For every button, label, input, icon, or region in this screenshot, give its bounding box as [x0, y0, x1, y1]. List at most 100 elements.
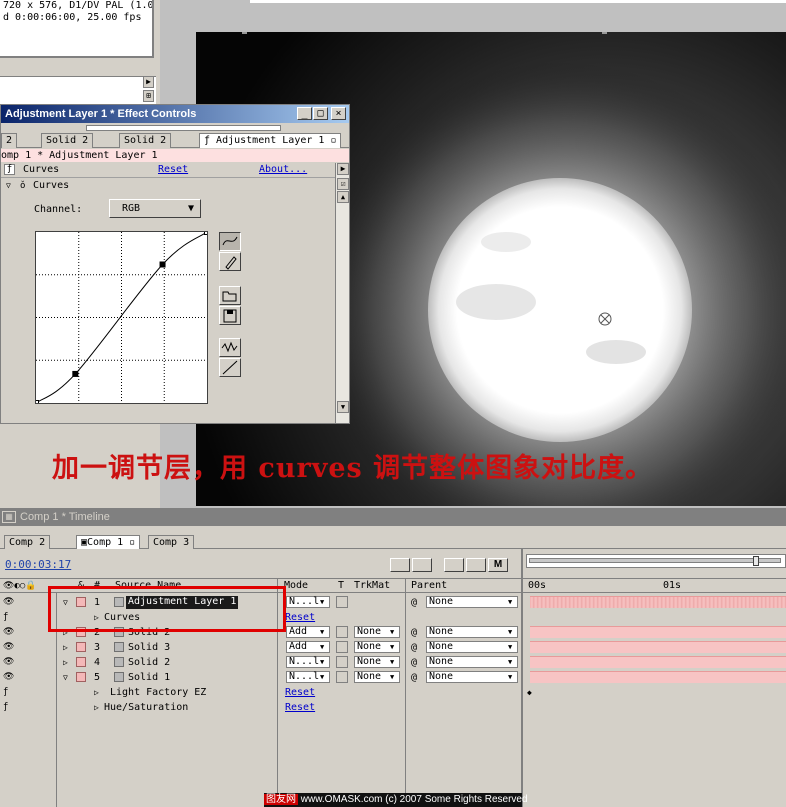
expand-triangle-icon[interactable]: ▷	[63, 655, 68, 670]
fx-icon[interactable]: ƒ	[3, 687, 14, 697]
trkmat-select[interactable]: None ▼	[354, 626, 400, 638]
parent-select[interactable]: None ▼	[426, 596, 518, 608]
parent-select[interactable]: None ▼	[426, 626, 518, 638]
mode-select[interactable]: N...l ▼	[286, 671, 330, 683]
effect-row[interactable]: ƒ ▷ Hue/Saturation Reset	[0, 700, 786, 715]
tab-comp-2[interactable]: Comp 2	[4, 535, 51, 549]
open-button[interactable]	[219, 286, 241, 305]
effect-row[interactable]: ƒ ▷ Light Factory EZ Reset ◆	[0, 685, 786, 700]
layer-handle[interactable]	[242, 32, 247, 34]
layer-name[interactable]: Solid 3	[128, 640, 170, 655]
scroll-right-icon[interactable]: ▶	[143, 76, 154, 88]
eye-icon[interactable]: 👁	[3, 657, 14, 667]
tab-comp-3[interactable]: Comp 3	[148, 535, 195, 549]
eye-icon[interactable]: 👁	[3, 597, 14, 607]
tab-adjustment-layer[interactable]: ƒ Adjustment Layer 1 ▫	[199, 133, 342, 148]
pickwhip-icon[interactable]: @	[411, 655, 417, 670]
minimize-button[interactable]: _	[297, 107, 312, 120]
label-color[interactable]	[76, 672, 86, 682]
label-color[interactable]	[76, 642, 86, 652]
parent-select[interactable]: None ▼	[426, 656, 518, 668]
channel-select[interactable]: RGB ▼	[109, 199, 201, 218]
curve-point[interactable]	[33, 400, 39, 406]
stopwatch-icon[interactable]: ǒ	[20, 179, 25, 193]
layer-row[interactable]: 👁 ▷ 4 Solid 2 N...l ▼ None ▼ @ None ▼	[0, 655, 786, 670]
eye-icon[interactable]: 👁	[3, 627, 14, 637]
tab-close-icon[interactable]: ▫	[123, 537, 135, 548]
tab-solid-2[interactable]: Solid 2	[41, 133, 94, 148]
layer-name[interactable]: Solid 1	[128, 670, 170, 685]
curve-tool-button[interactable]	[219, 232, 241, 251]
comp-flowchart-button[interactable]	[390, 558, 410, 572]
checkbox-icon[interactable]: ☑	[337, 178, 349, 190]
layer-row[interactable]: 👁 ▽ 5 Solid 1 N...l ▼ None ▼ @ None ▼	[0, 670, 786, 685]
pickwhip-icon[interactable]: @	[411, 625, 417, 640]
effect-controls-scrollbar[interactable]: ▶ ☑ ▲ ▼	[335, 163, 349, 423]
reset-link[interactable]: Reset	[285, 685, 315, 700]
save-button[interactable]	[219, 306, 241, 325]
curve-line[interactable]	[35, 231, 208, 404]
trkmat-select[interactable]: None ▼	[354, 641, 400, 653]
pickwhip-icon[interactable]: @	[411, 670, 417, 685]
scroll-up-icon[interactable]: ▲	[337, 191, 349, 203]
frame-blend-button[interactable]	[466, 558, 486, 572]
scroll-right-icon[interactable]: ▶	[337, 163, 349, 175]
motion-blur-button[interactable]: M	[488, 558, 508, 572]
fx-icon[interactable]: ƒ	[3, 702, 14, 712]
tab-comp-1[interactable]: ▣Comp 1 ▫	[76, 535, 141, 549]
close-button[interactable]: ×	[331, 107, 346, 120]
expand-triangle-icon[interactable]: ▽	[6, 180, 11, 192]
curves-graph[interactable]	[33, 229, 210, 406]
about-link[interactable]: About...	[259, 163, 307, 177]
parent-select[interactable]: None ▼	[426, 641, 518, 653]
mode-select[interactable]: Add ▼	[286, 641, 330, 653]
tab-close-icon[interactable]: ▫	[324, 135, 336, 146]
pickwhip-icon[interactable]: @	[411, 595, 417, 610]
parent-select[interactable]: None ▼	[426, 671, 518, 683]
expand-triangle-icon[interactable]: ▷	[63, 640, 68, 655]
mode-select[interactable]: N...l ▼	[286, 656, 330, 668]
preserve-transparency-checkbox[interactable]	[336, 626, 348, 638]
reset-link[interactable]: Reset	[285, 610, 315, 625]
layer-name[interactable]: Solid 2	[128, 655, 170, 670]
eye-icon[interactable]: 👁	[3, 642, 14, 652]
reset-link[interactable]: Reset	[285, 700, 315, 715]
navigator-handle[interactable]	[753, 556, 759, 566]
current-time[interactable]: 0:00:03:17	[5, 558, 71, 571]
expand-triangle-icon[interactable]: ▷	[94, 700, 99, 715]
curve-point[interactable]	[72, 370, 79, 377]
fx-icon[interactable]: ƒ	[3, 612, 14, 622]
preserve-transparency-checkbox[interactable]	[336, 596, 348, 608]
expand-triangle-icon[interactable]: ▽	[63, 670, 68, 685]
preserve-transparency-checkbox[interactable]	[336, 656, 348, 668]
curve-point[interactable]	[159, 261, 166, 268]
time-navigator[interactable]	[526, 554, 786, 568]
curve-point[interactable]	[204, 229, 210, 235]
layer-duration-bar[interactable]	[530, 626, 786, 638]
reset-curve-button[interactable]	[219, 358, 241, 377]
maximize-button[interactable]: □	[313, 107, 328, 120]
smooth-button[interactable]	[219, 338, 241, 357]
effect-controls-scroller[interactable]	[86, 125, 281, 131]
preserve-transparency-checkbox[interactable]	[336, 641, 348, 653]
preserve-transparency-checkbox[interactable]	[336, 671, 348, 683]
timeline-titlebar[interactable]: ▦ Comp 1 * Timeline	[0, 508, 786, 526]
keyframe-icon[interactable]: ◆	[527, 685, 532, 700]
mode-select[interactable]: N...l ▼	[286, 596, 330, 608]
layer-duration-bar[interactable]	[530, 641, 786, 653]
layer-duration-bar[interactable]	[530, 656, 786, 668]
pencil-tool-button[interactable]	[219, 252, 241, 271]
trkmat-select[interactable]: None ▼	[354, 656, 400, 668]
shy-button[interactable]	[444, 558, 464, 572]
project-list[interactable]	[0, 76, 156, 106]
effect-fx-icon[interactable]: ƒ	[4, 164, 15, 175]
tab-layer[interactable]: 2	[1, 133, 18, 148]
pickwhip-icon[interactable]: @	[411, 640, 417, 655]
layer-switches-button[interactable]	[412, 558, 432, 572]
mode-select[interactable]: Add ▼	[286, 626, 330, 638]
layer-handle[interactable]	[602, 32, 607, 34]
tab-solid-2b[interactable]: Solid 2	[119, 133, 172, 148]
scroll-down-icon[interactable]: ▼	[337, 401, 349, 413]
layer-row[interactable]: 👁 ▷ 3 Solid 3 Add ▼ None ▼ @ None ▼	[0, 640, 786, 655]
expand-triangle-icon[interactable]: ▷	[94, 685, 99, 700]
